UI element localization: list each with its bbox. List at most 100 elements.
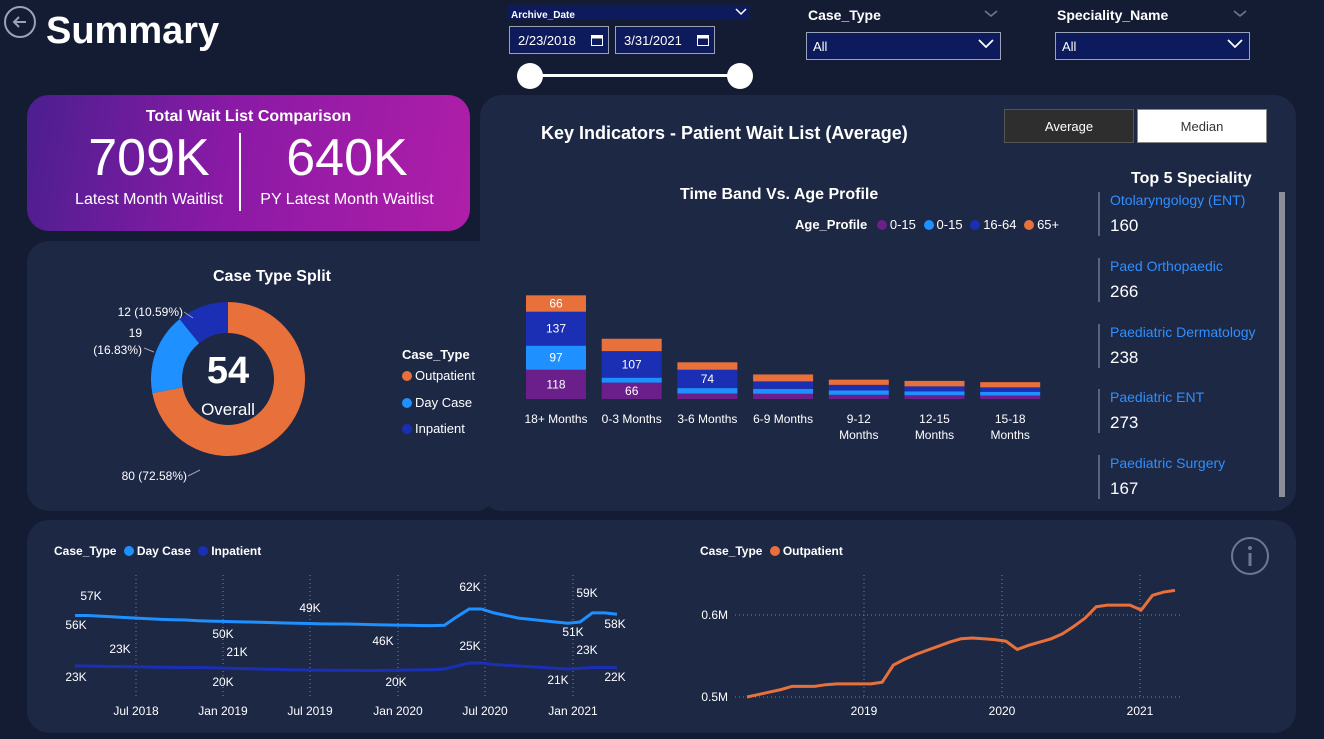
info-icon [1248, 546, 1252, 566]
x-tick-label: 6-9 Months [753, 412, 813, 426]
top5-item-name: Paediatric Surgery [1110, 455, 1226, 471]
legend-dot [123, 546, 134, 556]
legend-item[interactable]: 0-15 [923, 217, 963, 232]
top5-item[interactable]: Paediatric Surgery 167 [1098, 455, 1225, 499]
bar-segment[interactable] [904, 380, 965, 387]
bar-segment[interactable] [601, 377, 662, 383]
data-label: 50K [212, 627, 233, 641]
legend-item-inpatient[interactable]: Inpatient [402, 421, 465, 436]
legend-item[interactable]: 16-64 [970, 217, 1016, 232]
legend-label: Day Case [136, 544, 191, 558]
bar-segment[interactable] [677, 393, 738, 399]
top5-item[interactable]: Paed Orthopaedic 266 [1098, 258, 1223, 302]
chevron-down-icon [978, 39, 994, 49]
age-profile-legend: Age_Profile 0-15 0-15 16-64 65+ [795, 217, 1059, 232]
chevron-down-icon[interactable] [984, 10, 998, 18]
back-button[interactable] [4, 6, 36, 38]
bar-segment[interactable] [828, 394, 889, 399]
date-from-input[interactable]: 2/23/2018 [509, 26, 609, 54]
legend-dot [1024, 220, 1035, 230]
x-tick-label: 9-12 [847, 412, 871, 426]
bar-segment[interactable] [904, 386, 965, 392]
legend-label: 0-15 [889, 217, 916, 232]
legend-item-outpatient[interactable]: Outpatient [402, 368, 475, 383]
leader-line [143, 347, 155, 353]
bar-data-label: 74 [701, 372, 715, 386]
x-tick-label: 2021 [1127, 704, 1154, 718]
top5-item-name: Paed Orthopaedic [1110, 258, 1223, 274]
legend-item[interactable]: 0-15 [876, 217, 916, 232]
time-band-bar-chart[interactable]: 118 97 137 66 18+ Months 66 107 0-3 Months 74 3-6… [510, 260, 1070, 450]
legend-dot [402, 371, 412, 381]
bar-segment[interactable] [904, 395, 965, 399]
top5-item-value: 238 [1110, 348, 1139, 367]
data-label: 46K [372, 634, 393, 648]
day-case-line[interactable] [75, 607, 618, 628]
donut-chart[interactable]: 54 Overall 12 (10.59%) 19 (16.83%) 80 (72.58%… [60, 290, 340, 490]
bar-segment[interactable] [753, 393, 814, 399]
x-tick-label: Months [839, 428, 878, 442]
data-label: 21K [226, 645, 247, 659]
outpatient-line[interactable] [746, 588, 1176, 699]
legend-label: 65+ [1037, 217, 1060, 232]
bar-segment[interactable] [828, 379, 889, 385]
day-case-inpatient-line-chart[interactable]: Jul 2018 Jan 2019 Jul 2019 Jan 2020 Jul 2020… [50, 570, 650, 725]
legend-dot [198, 546, 209, 556]
bar-segment[interactable] [677, 362, 738, 370]
top5-item[interactable]: Paediatric Dermatology 238 [1098, 324, 1256, 368]
bar-segment[interactable] [753, 388, 814, 394]
py-month-value: 640K [286, 129, 408, 187]
legend-dot [402, 398, 412, 408]
top5-scrollbar[interactable] [1279, 192, 1285, 497]
date-range-slider-track[interactable] [530, 74, 740, 77]
archive-date-slicer[interactable]: Archive_Date [508, 5, 750, 21]
bar-segment[interactable] [904, 391, 965, 396]
legend-item[interactable]: Outpatient [769, 544, 843, 558]
data-label: 59K [576, 586, 597, 600]
legend-label: 0-15 [936, 217, 963, 232]
bar-segment[interactable] [677, 388, 738, 394]
x-tick-label: 18+ Months [524, 412, 587, 426]
inpatient-line[interactable] [75, 661, 617, 673]
top5-item-value: 167 [1110, 479, 1139, 498]
legend-item[interactable]: 65+ [1024, 217, 1059, 232]
toggle-median-button[interactable]: Median [1137, 109, 1267, 143]
legend-dot [970, 220, 981, 230]
legend-item[interactable]: Day Case [123, 544, 191, 558]
x-tick-label: 12-15 [919, 412, 950, 426]
bar-segment[interactable] [601, 338, 662, 352]
case-type-select[interactable]: All [806, 32, 1001, 60]
bar-segment[interactable] [980, 382, 1041, 388]
legend-dot [769, 546, 780, 556]
info-button[interactable] [1231, 537, 1269, 575]
donut-data-label: 12 (10.59%) [118, 305, 183, 319]
x-tick-label: Jul 2019 [287, 704, 333, 718]
legend-item[interactable]: Inpatient [198, 544, 261, 558]
x-tick-label: Jan 2019 [198, 704, 248, 718]
date-range-slider-start-handle[interactable] [517, 63, 543, 89]
speciality-filter-label: Speciality_Name [1057, 7, 1169, 23]
outpatient-line-chart[interactable]: 0.6M 0.5M 2019 2020 2021 [690, 570, 1190, 725]
bar-segment[interactable] [980, 395, 1041, 399]
x-tick-label: Jul 2018 [113, 704, 159, 718]
data-label: 23K [65, 670, 86, 684]
legend-dot [402, 424, 412, 434]
chevron-down-icon[interactable] [1233, 10, 1247, 18]
legend-label: Inpatient [415, 421, 465, 436]
speciality-select[interactable]: All [1055, 32, 1250, 60]
legend-item-day-case[interactable]: Day Case [402, 395, 472, 410]
bar-segment[interactable] [828, 390, 889, 395]
x-tick-label: 15-18 [995, 412, 1026, 426]
toggle-average-button[interactable]: Average [1004, 109, 1134, 143]
kpi-card: Total Wait List Comparison 709K Latest M… [27, 95, 470, 231]
bar-segment[interactable] [753, 381, 814, 389]
bar-segment[interactable] [980, 387, 1041, 392]
bar-segment[interactable] [753, 374, 814, 382]
x-tick-label: Months [915, 428, 954, 442]
bar-segment[interactable] [980, 391, 1041, 396]
top5-item[interactable]: Paediatric ENT 273 [1098, 389, 1204, 433]
bar-segment[interactable] [828, 384, 889, 391]
date-to-input[interactable]: 3/31/2021 [615, 26, 715, 54]
top5-item[interactable]: Otolaryngology (ENT) 160 [1098, 192, 1245, 236]
date-range-slider-end-handle[interactable] [727, 63, 753, 89]
